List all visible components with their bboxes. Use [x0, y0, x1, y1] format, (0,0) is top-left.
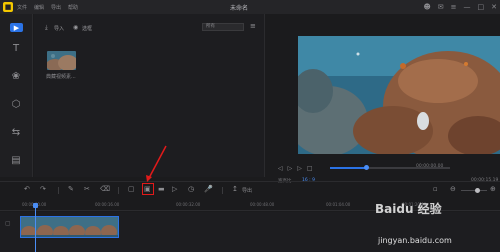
- track-icon: ▢: [5, 220, 11, 227]
- playhead[interactable]: [35, 203, 36, 252]
- ruler-tick: 00:01:04.00: [326, 202, 351, 207]
- watermark-logo: Baidu 经验: [375, 202, 442, 216]
- ruler-tick: 00:00:32.00: [176, 202, 201, 207]
- playhead-handle[interactable]: [33, 203, 38, 208]
- watermark-url: jingyan.baidu.com: [378, 236, 452, 245]
- ruler-tick: 00:00:48.00: [250, 202, 275, 207]
- ruler-tick: 00:00:16.00: [95, 202, 120, 207]
